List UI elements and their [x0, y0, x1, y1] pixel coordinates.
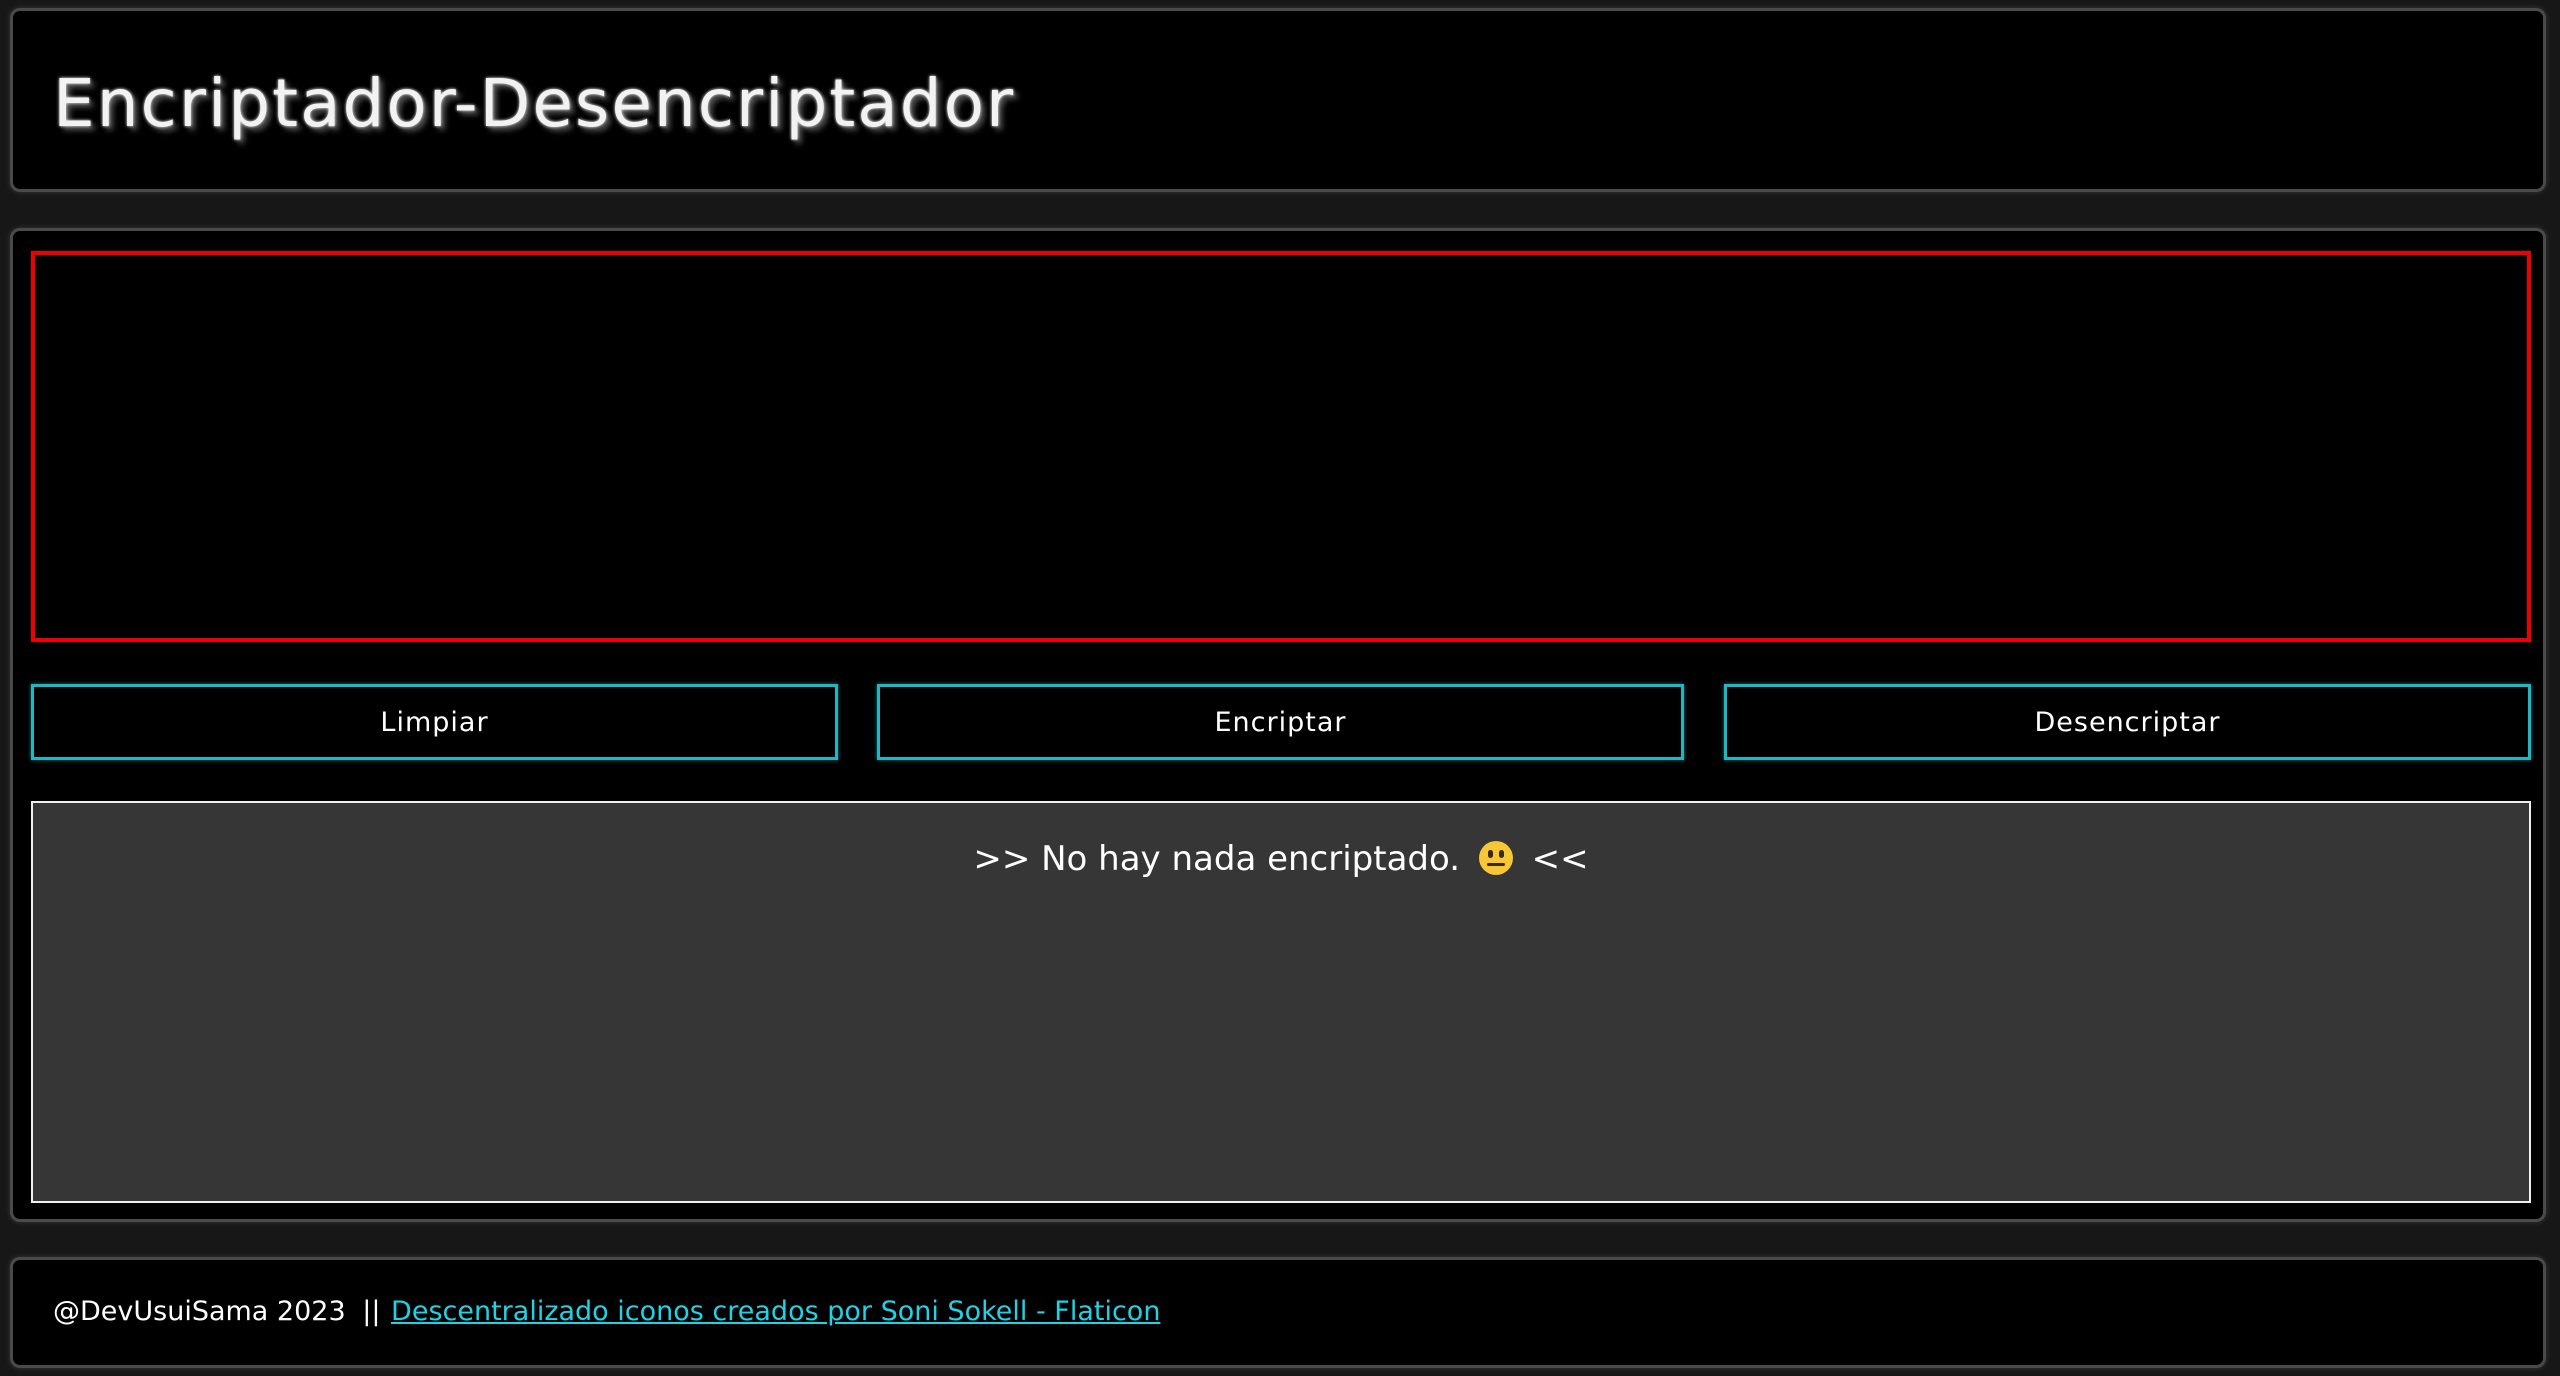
footer-copyright: @DevUsuiSama 2023 [53, 1296, 346, 1327]
clear-button[interactable]: Limpiar [31, 684, 838, 760]
page: Encriptador-Desencriptador Limpiar Encri… [0, 0, 2560, 1376]
main-panel: Limpiar Encriptar Desencriptar >> No hay… [10, 228, 2546, 1222]
neutral-face-icon [1478, 841, 1513, 875]
attribution-link[interactable]: Descentralizado iconos creados por Soni … [391, 1296, 1160, 1327]
text-input[interactable] [31, 251, 2531, 642]
header-panel: Encriptador-Desencriptador [10, 8, 2546, 192]
output-area: >> No hay nada encriptado. << [31, 801, 2531, 1203]
encrypt-button[interactable]: Encriptar [877, 684, 1684, 760]
footer-separator: || [362, 1296, 381, 1327]
output-message-suffix: << [1531, 839, 1589, 879]
footer-panel: @DevUsuiSama 2023 || Descentralizado ico… [10, 1257, 2546, 1368]
output-message: >> No hay nada encriptado. << [33, 839, 2529, 879]
output-message-prefix: >> No hay nada encriptado. [973, 839, 1461, 879]
footer-text: @DevUsuiSama 2023 || Descentralizado ico… [53, 1296, 1160, 1327]
decrypt-button[interactable]: Desencriptar [1724, 684, 2531, 760]
app-title: Encriptador-Desencriptador [53, 65, 1016, 142]
